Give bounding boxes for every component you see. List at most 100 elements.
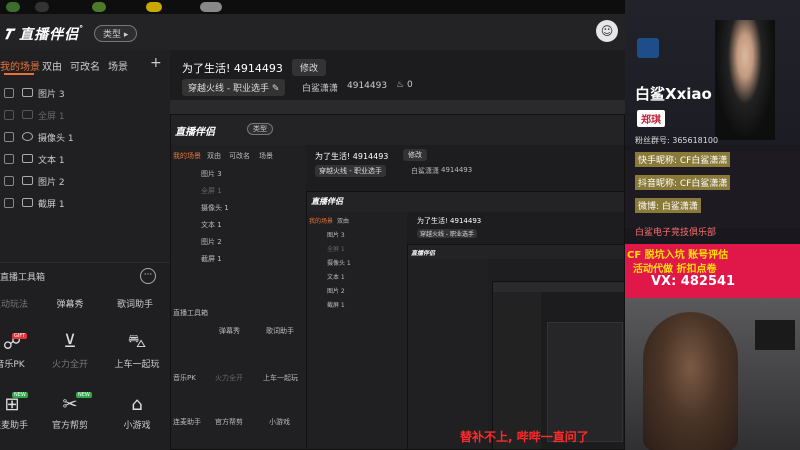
scene-tabs: 我的场景 双由 可改名 场景 + [0, 55, 170, 73]
nested-scene: 图片 3 [327, 232, 345, 239]
streamer-name: 白鲨潇潇 [302, 84, 339, 94]
nested-tool: 弹幕秀 [219, 327, 240, 335]
lock-icon[interactable] [4, 176, 14, 186]
tool-official-clip[interactable]: 官方帮剪 [35, 418, 105, 431]
tab-scene[interactable]: 场景 [108, 58, 128, 73]
nested-header [307, 192, 624, 212]
nested-header [171, 115, 624, 145]
weibo-line: 微博: 白鲨潇潇 [635, 198, 701, 213]
add-scene-icon[interactable]: + [150, 55, 162, 71]
image-icon [22, 88, 33, 97]
club-label: 白鲨电子竞技俱乐部 [635, 228, 717, 238]
nested-tool: 歌词助手 [266, 327, 294, 335]
icon-chip [6, 2, 20, 12]
image-icon [22, 176, 33, 185]
lock-icon[interactable] [4, 132, 14, 142]
tool-lyrics-helper[interactable]: 歌词助手 [100, 297, 170, 310]
category-tag[interactable]: 穿越火线 - 职业选手 ✎ [182, 79, 286, 96]
club-logo-icon [637, 38, 659, 58]
nested-tab: 场景 [259, 152, 273, 160]
nested-tab: 双由 [207, 152, 221, 160]
tab-rename[interactable]: 可改名 [70, 58, 100, 73]
scene-item[interactable]: 全屏 1 [0, 106, 170, 128]
logo-mark: 𝑻 [4, 27, 20, 43]
nested-title: 为了生活! 4914493 [417, 217, 482, 225]
nested-sidebar [171, 145, 306, 449]
douyin-line: 抖音昵称: CF白鲨潇潇 [635, 175, 731, 190]
nested-scene: 图片 2 [327, 288, 345, 295]
fire-icon: ♨ [396, 80, 405, 90]
nested-sidebar [408, 259, 488, 449]
nested-scene: 全屏 1 [327, 246, 345, 253]
scene-item[interactable]: 截屏 1 [0, 194, 170, 216]
nested-scene: 摄像头 1 [201, 204, 229, 212]
lock-icon[interactable] [4, 110, 14, 120]
scene-item[interactable]: 文本 1 [0, 150, 170, 172]
fire-power-icon[interactable]: ⊻ [58, 330, 82, 354]
lock-icon[interactable] [4, 198, 14, 208]
tab-dual[interactable]: 双由 [42, 58, 62, 73]
preview-nested-5 [547, 322, 623, 442]
room-id: 4914493 [347, 81, 388, 91]
gamepad-icon[interactable]: ⌂ [125, 393, 149, 417]
stream-overlay: 白鲨Xxiao 郑琪 粉丝群号: 365618100 快手昵称: CF白鲨潇潇 … [625, 0, 800, 450]
promo-line2: 活动代做 折扣点卷 [633, 264, 717, 275]
icon-chip [35, 2, 49, 12]
tool-mini-game[interactable]: 小游戏 [102, 418, 172, 431]
icon-chip [92, 2, 106, 12]
icon-chip [200, 2, 222, 12]
gift-badge: GIFT [12, 333, 28, 339]
nested-tools-title: 直播工具箱 [173, 309, 208, 317]
car-icon[interactable]: ⛍ [125, 330, 149, 354]
nested-tab: 可改名 [229, 152, 250, 160]
scene-item[interactable]: 图片 2 [0, 172, 170, 194]
tool-fire-power[interactable]: 火力全开 [35, 357, 105, 370]
kuaishou-line: 快手昵称: CF白鲨潇潇 [635, 152, 731, 167]
nested-streamer: 白鲨潇潇 [411, 167, 439, 175]
nested-category: 穿越火线 - 职业选手 [315, 165, 386, 177]
club-name: 白鲨Xxiao [635, 85, 712, 103]
scene-item[interactable]: 摄像头 1 [0, 128, 170, 150]
background-monitor [755, 320, 795, 350]
nested-category: 穿越火线 - 职业选手 [417, 229, 477, 238]
nested-title: 为了生活! 4914493 [315, 152, 389, 161]
nested-tab: 双由 [337, 218, 350, 225]
lock-icon[interactable] [4, 154, 14, 164]
nested-scene: 截屏 1 [201, 255, 222, 263]
nested-tab: 我的场景 [309, 218, 334, 225]
broadcast-title: 为了生活! 4914493 [182, 62, 283, 75]
top-strip [0, 0, 625, 14]
player-name: 郑琪 [637, 110, 665, 127]
heat-counter: ♨ 0 [396, 80, 413, 90]
fan-group: 粉丝群号: 365618100 [635, 136, 719, 145]
tool-danmu-show[interactable]: 弹幕秀 [35, 297, 105, 310]
tab-underline [4, 73, 34, 75]
preview-nested-4 [492, 281, 624, 449]
preview-nested-3: 直播伴侣 [407, 244, 624, 449]
nested-tool: 连麦助手 [173, 418, 201, 426]
edit-button[interactable]: 修改 [292, 59, 327, 76]
icon-chip [146, 2, 162, 12]
tool-car-play[interactable]: 上车一起玩 [102, 357, 172, 370]
subtitle-caption: 替补不上, 哔哔一直问了 [460, 430, 589, 444]
type-pill[interactable]: 类型 ▸ [94, 25, 138, 42]
vx-contact: VX: 482541 [651, 274, 736, 289]
avatar[interactable]: ☺ [596, 20, 618, 42]
text-icon [22, 154, 33, 163]
tab-my-scenes[interactable]: 我的场景 [0, 58, 40, 73]
nested-scene: 文本 1 [201, 221, 222, 229]
screenshot-icon [22, 198, 33, 207]
nested-tool: 火力全开 [215, 374, 243, 382]
scene-item[interactable]: 图片 3 [0, 84, 170, 106]
preview-nested-1: 直播伴侣 类型 我的场景 双由 可改名 场景 图片 3 全屏 1 摄像头 1 文… [170, 114, 625, 450]
monitor-icon [22, 110, 33, 119]
more-icon[interactable]: ··· [140, 268, 156, 284]
lock-icon[interactable] [4, 88, 14, 98]
nested-scene: 文本 1 [327, 274, 345, 281]
nested-scene: 图片 3 [201, 170, 222, 178]
nested-type-pill: 类型 [247, 123, 273, 135]
nested-logo: 直播伴侣 [411, 250, 436, 257]
nested-scene: 摄像头 1 [327, 260, 351, 267]
nested-scene: 图片 2 [201, 238, 222, 246]
nested-logo: 直播伴侣 [175, 127, 215, 138]
